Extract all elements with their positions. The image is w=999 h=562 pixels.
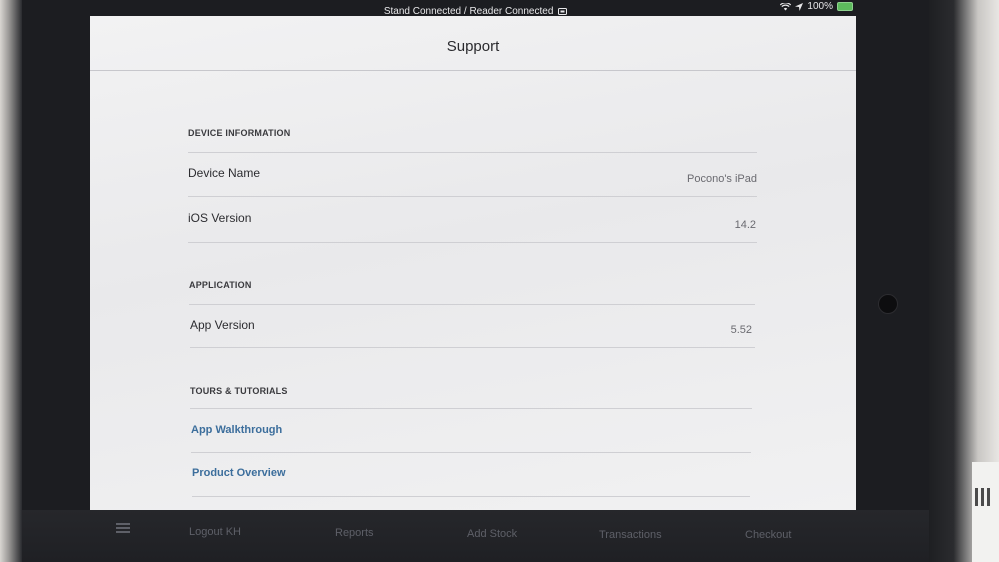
nav-divider bbox=[90, 70, 856, 71]
ios-version-value: 14.2 bbox=[734, 219, 756, 231]
device-name-label: Device Name bbox=[188, 166, 261, 180]
tab-reports[interactable]: Reports bbox=[335, 527, 374, 539]
app-version-label: App Version bbox=[190, 318, 255, 332]
divider bbox=[188, 242, 757, 243]
reader-icon bbox=[558, 7, 568, 15]
app-walkthrough-link[interactable]: App Walkthrough bbox=[191, 424, 282, 436]
divider bbox=[189, 304, 755, 305]
tab-transactions[interactable]: Transactions bbox=[599, 529, 662, 541]
section-header-tours-tutorials: TOURS & TUTORIALS bbox=[190, 386, 288, 396]
location-arrow-icon bbox=[795, 2, 804, 11]
divider bbox=[188, 152, 757, 153]
product-overview-link[interactable]: Product Overview bbox=[192, 467, 286, 479]
status-icons: 100% bbox=[780, 1, 853, 12]
app-version-value: 5.52 bbox=[730, 324, 752, 336]
background-sticker bbox=[972, 462, 999, 562]
divider bbox=[188, 196, 757, 197]
device-bezel-left bbox=[0, 0, 22, 562]
divider bbox=[190, 408, 752, 409]
front-camera bbox=[878, 294, 898, 314]
battery-charging-icon bbox=[837, 2, 853, 11]
divider bbox=[192, 496, 750, 497]
bottom-tab-bar: Logout KH Reports Add Stock Transactions… bbox=[22, 510, 929, 562]
divider bbox=[190, 347, 755, 348]
wifi-icon bbox=[780, 2, 792, 10]
qr-code-icon bbox=[975, 488, 993, 506]
ios-version-label: iOS Version bbox=[188, 211, 252, 225]
battery-percent: 100% bbox=[807, 1, 833, 12]
hamburger-menu-icon[interactable] bbox=[116, 523, 130, 533]
section-header-device-information: DEVICE INFORMATION bbox=[188, 128, 291, 138]
tab-add-stock[interactable]: Add Stock bbox=[467, 528, 517, 540]
tab-logout[interactable]: Logout KH bbox=[189, 526, 241, 538]
section-header-application: APPLICATION bbox=[189, 280, 252, 290]
divider bbox=[191, 452, 751, 453]
page-title: Support bbox=[446, 38, 500, 55]
support-screen: Support DEVICE INFORMATION Device Name P… bbox=[90, 16, 856, 510]
device-name-value: Pocono's iPad bbox=[687, 173, 757, 185]
tab-checkout[interactable]: Checkout bbox=[745, 529, 791, 541]
